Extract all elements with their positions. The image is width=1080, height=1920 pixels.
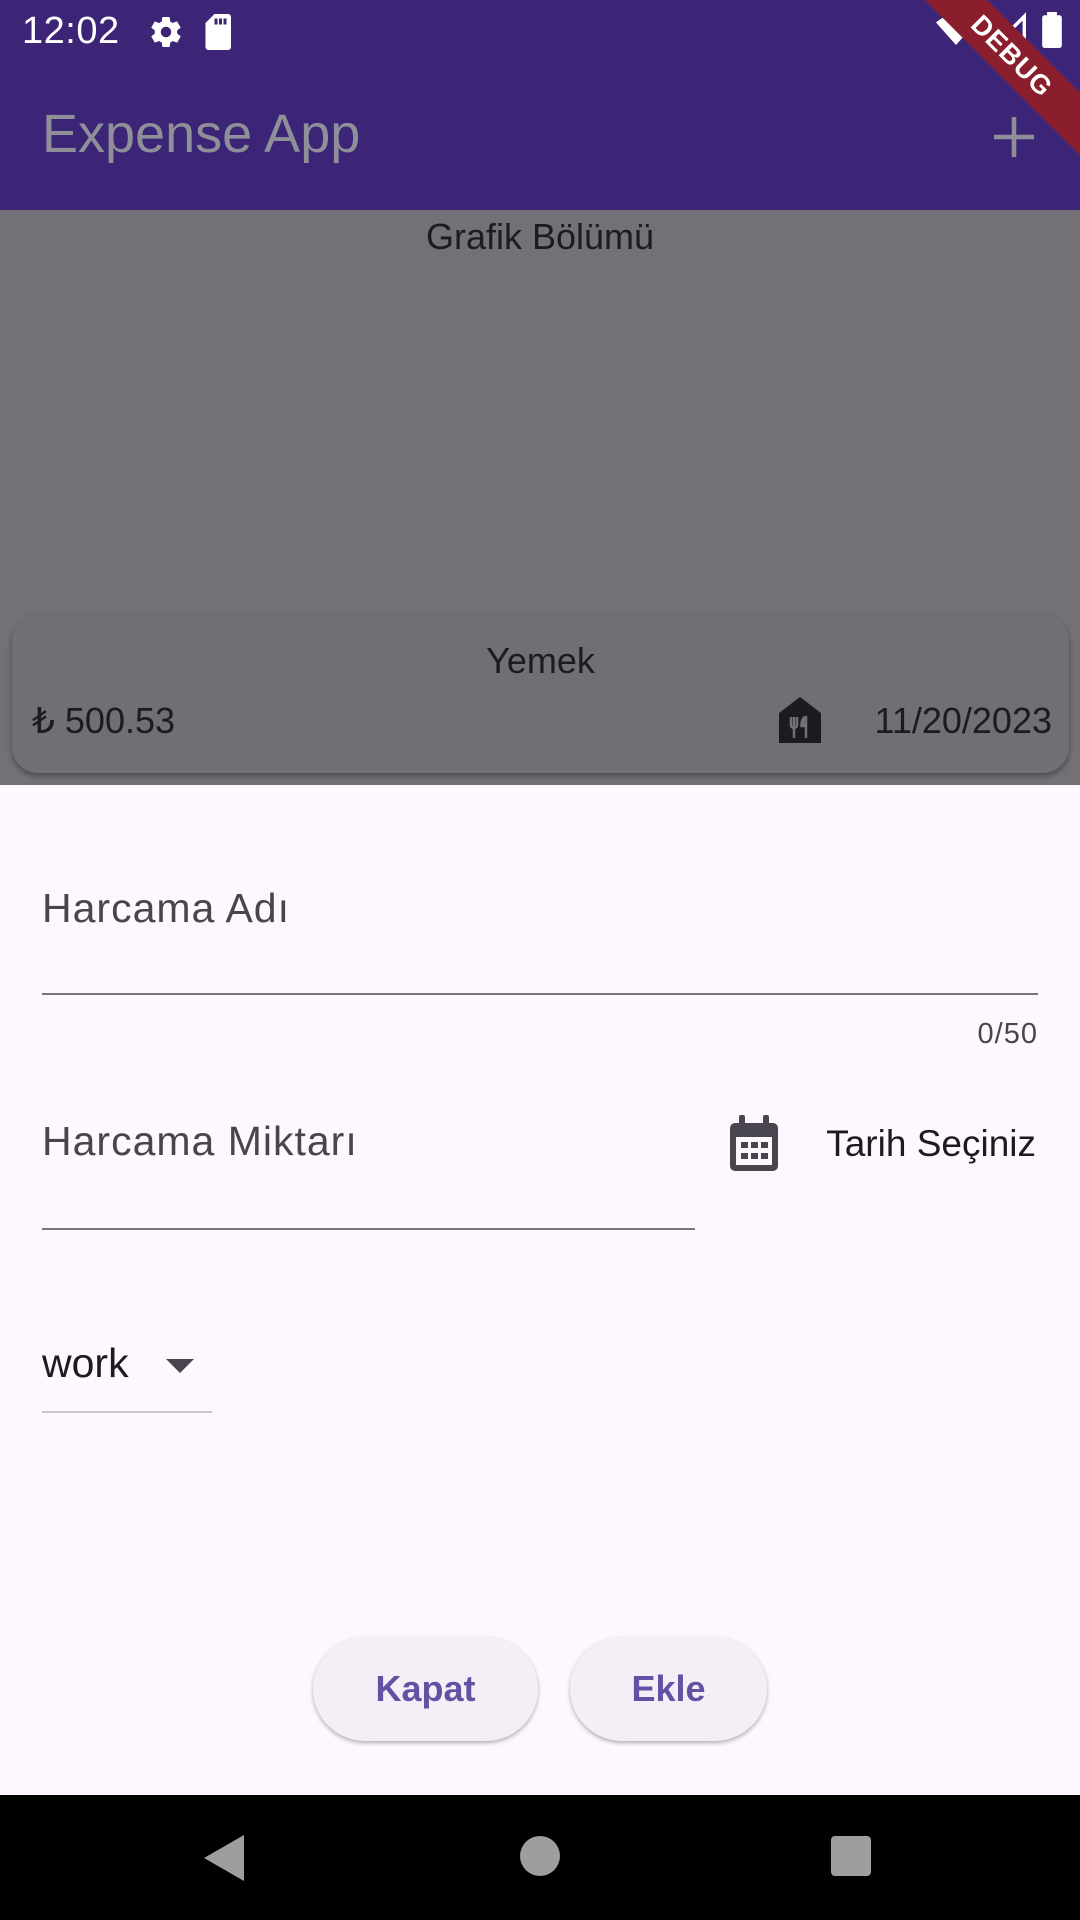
home-icon[interactable]	[520, 1836, 560, 1876]
category-dropdown[interactable]: work	[42, 1340, 212, 1414]
date-picker-label[interactable]: Tarih Seçiniz	[826, 1123, 1036, 1165]
expense-name-label: Harcama Adı	[42, 885, 290, 931]
expense-title: Yemek	[486, 640, 595, 681]
dropdown-underline	[42, 1411, 212, 1413]
add-expense-sheet: Harcama Adı 0/50 Harcama Miktarı Tarih S…	[0, 785, 1080, 1795]
back-icon[interactable]	[204, 1835, 244, 1886]
expense-date: 11/20/2023	[874, 700, 1052, 741]
settings-icon	[148, 14, 184, 50]
status-bar: 12:02	[0, 0, 1080, 63]
chevron-down-icon	[166, 1359, 194, 1373]
sd-card-icon	[204, 13, 234, 50]
add-expense-button[interactable]: Ekle	[570, 1637, 767, 1741]
status-time: 12:02	[22, 10, 120, 52]
navigation-bar	[0, 1795, 1080, 1920]
app-title: Expense App	[42, 104, 361, 164]
expense-name-field[interactable]	[42, 993, 1038, 995]
close-button[interactable]: Kapat	[313, 1637, 538, 1741]
character-counter: 0/50	[977, 1018, 1038, 1050]
expense-card[interactable]: Yemek ₺ 500.53 11/20/2023	[12, 615, 1069, 773]
expense-amount: ₺ 500.53	[32, 700, 176, 741]
calendar-icon[interactable]	[728, 1115, 780, 1173]
recents-icon[interactable]	[831, 1836, 871, 1876]
expense-amount-field[interactable]	[42, 1228, 695, 1230]
expense-amount-label: Harcama Miktarı	[42, 1118, 358, 1164]
screen: 12:02 Expense App DEBUG Grafik Bölümü Ye…	[0, 0, 1080, 1920]
battery-icon	[1042, 12, 1062, 53]
plus-icon[interactable]	[982, 105, 1046, 169]
category-selected-value: work	[42, 1340, 129, 1386]
app-bar: Expense App	[0, 63, 1080, 210]
food-icon	[775, 695, 825, 745]
chart-section-title: Grafik Bölümü	[425, 216, 655, 257]
